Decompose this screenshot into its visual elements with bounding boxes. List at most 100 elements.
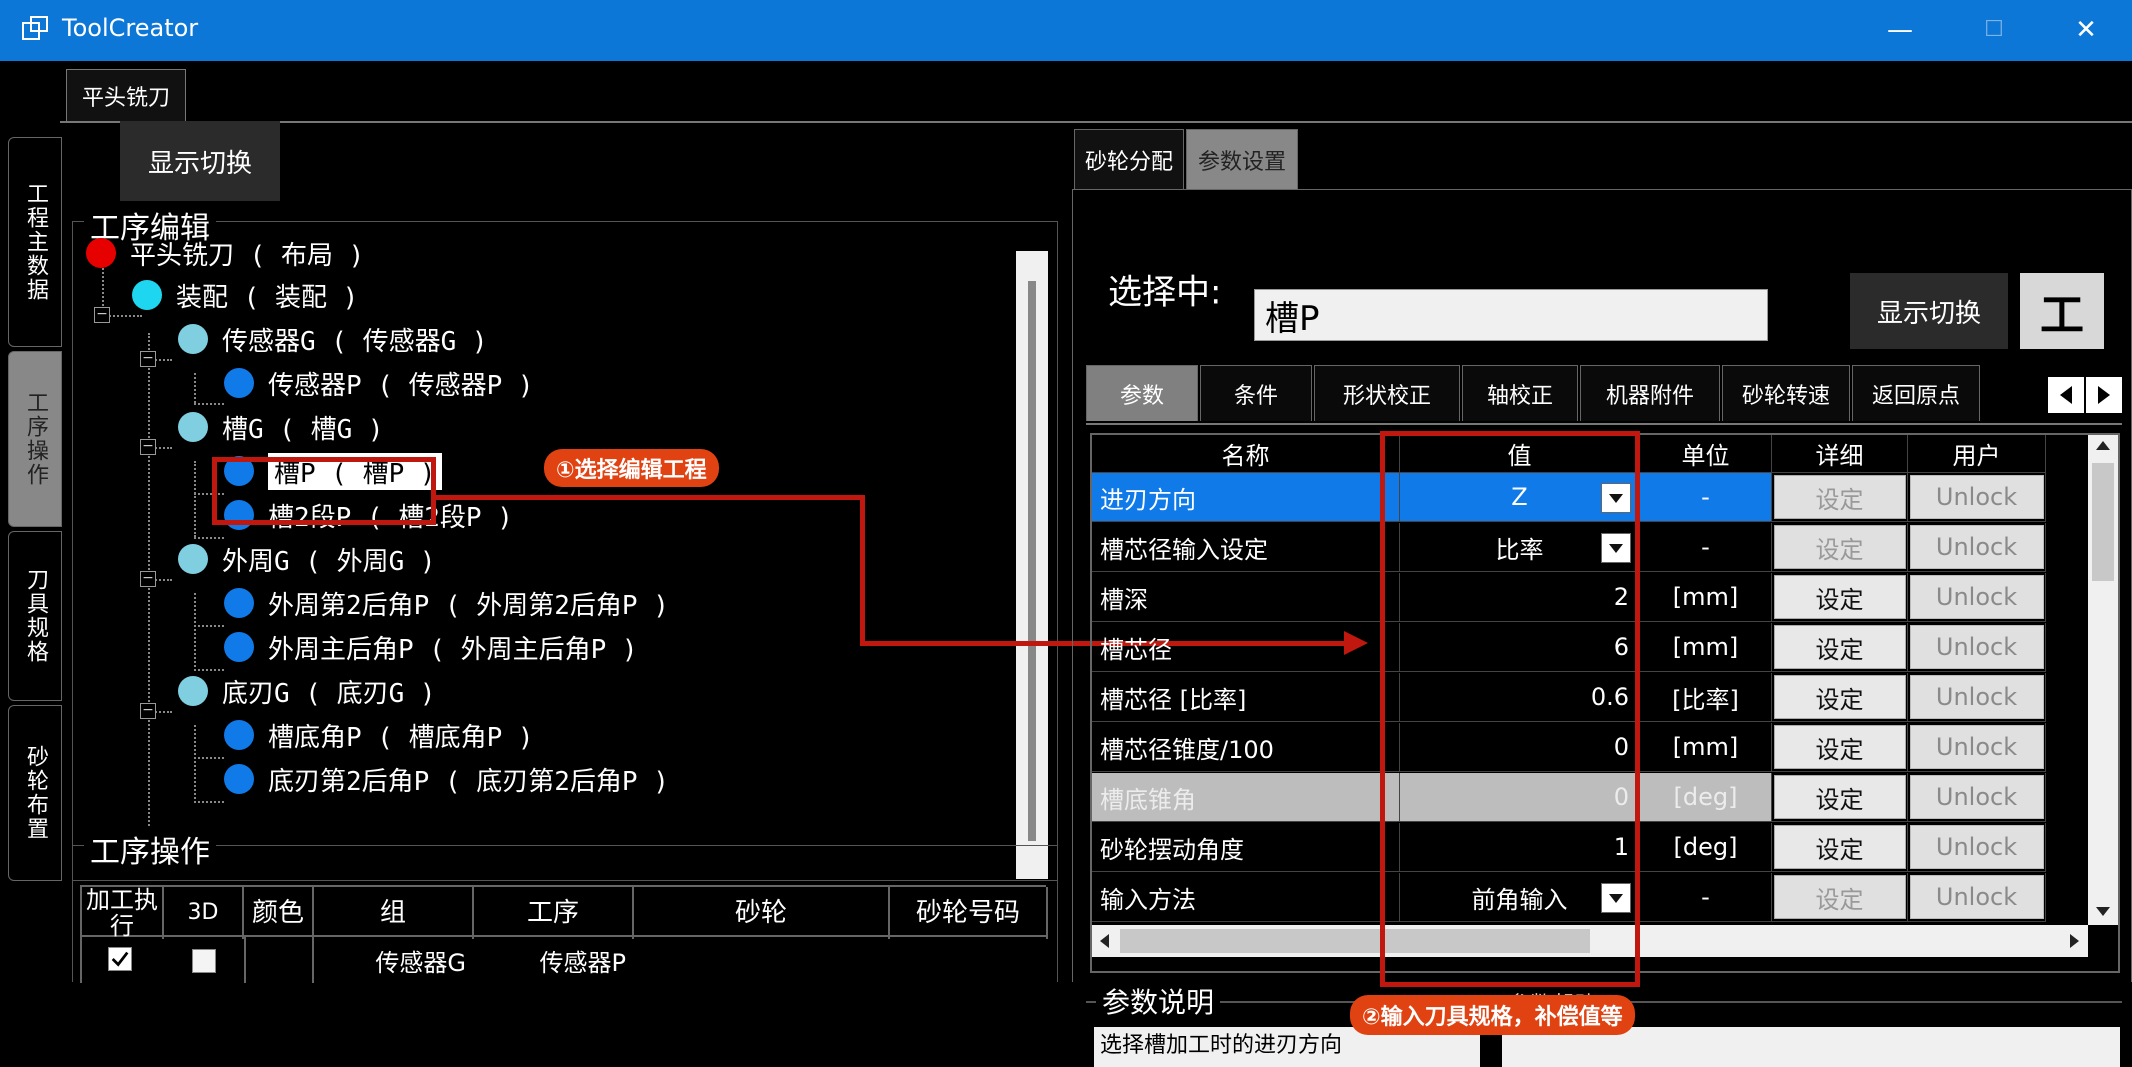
col-wheel[interactable]: 砂轮	[634, 887, 890, 939]
tab-params[interactable]: 参数	[1086, 365, 1198, 421]
tree-node-periphery-g[interactable]: 外周G ( 外周G )	[178, 539, 436, 579]
set-button[interactable]: 设定	[1773, 875, 1906, 919]
node-status-icon	[224, 764, 254, 794]
minimize-button[interactable]: —	[1870, 10, 1930, 50]
annotation-box-value-column	[1380, 431, 1640, 987]
main-area: 平头铣刀 工程主数据 工序操作 刀具规格 砂轮布置 显示切换 工序编辑 − − …	[0, 61, 2132, 1067]
collapse-icon[interactable]: −	[140, 703, 156, 719]
unlock-button[interactable]: Unlock	[1909, 575, 2044, 619]
tab-wheel-assign[interactable]: 砂轮分配	[1074, 129, 1184, 189]
color-swatch[interactable]	[244, 937, 314, 983]
process-op-label: 工序操作	[84, 827, 216, 871]
tree-node-bottom-g[interactable]: 底刃G ( 底刃G )	[178, 671, 436, 711]
tree-node-sensor-p[interactable]: 传感器P ( 传感器P )	[224, 363, 534, 403]
grid-vscrollbar[interactable]	[2088, 435, 2118, 925]
tree-node-layout[interactable]: 平头铣刀 ( 布局 )	[86, 233, 364, 273]
annotation-callout-2: ②输入刀具规格，补偿值等	[1350, 995, 1635, 1035]
col-3d[interactable]: 3D	[164, 887, 244, 939]
exec-checkbox[interactable]	[108, 947, 132, 971]
tree-node-assembly[interactable]: 装配 ( 装配 )	[132, 275, 358, 315]
table-row[interactable]: 传感器G 传感器P	[80, 937, 1046, 983]
set-button[interactable]: 设定	[1773, 475, 1906, 519]
side-tab-wheel-layout[interactable]: 砂轮布置	[8, 705, 62, 881]
col-group[interactable]: 组	[314, 887, 474, 939]
collapse-icon[interactable]: −	[140, 351, 156, 367]
grid-vscroll-thumb[interactable]	[2092, 463, 2114, 581]
tab-machine-accessory[interactable]: 机器附件	[1580, 365, 1720, 421]
node-status-icon	[178, 544, 208, 574]
tab-shape-correction[interactable]: 形状校正	[1314, 365, 1460, 421]
scroll-up-icon[interactable]	[2096, 441, 2110, 450]
unlock-button[interactable]: Unlock	[1909, 675, 2044, 719]
param-desc-label: 参数说明	[1096, 981, 1221, 1021]
side-tab-tool-spec[interactable]: 刀具规格	[8, 531, 62, 701]
tab-param-setting[interactable]: 参数设置	[1186, 129, 1298, 189]
unlock-button[interactable]: Unlock	[1909, 825, 2044, 869]
set-button[interactable]: 设定	[1773, 625, 1906, 669]
tab-scroll-left-icon[interactable]	[2048, 377, 2084, 413]
unlock-button[interactable]: Unlock	[1909, 525, 2044, 569]
tab-return-origin[interactable]: 返回原点	[1852, 365, 1980, 421]
side-tab-process-ops[interactable]: 工序操作	[8, 351, 62, 527]
col-process[interactable]: 工序	[474, 887, 634, 939]
tree-node-bottom-2nd-p[interactable]: 底刃第2后角P ( 底刃第2后角P )	[224, 759, 669, 799]
col-exec[interactable]: 加工执行	[82, 887, 164, 939]
tab-wheel-speed[interactable]: 砂轮转速	[1722, 365, 1850, 421]
col-detail-header[interactable]: 详细	[1772, 435, 1908, 473]
tab-scroll-right-icon[interactable]	[2086, 377, 2122, 413]
annotation-callout-1: ①选择编辑工程	[544, 449, 719, 487]
set-button[interactable]: 设定	[1773, 725, 1906, 769]
side-tab-project-data[interactable]: 工程主数据	[8, 137, 62, 347]
tree-node-groove-bottom-p[interactable]: 槽底角P ( 槽底角P )	[224, 715, 534, 755]
node-status-icon	[86, 238, 116, 268]
tree-scrollbar[interactable]	[1016, 251, 1048, 879]
close-button[interactable]: ✕	[2056, 10, 2116, 50]
collapse-icon[interactable]: −	[140, 571, 156, 587]
collapse-icon[interactable]: −	[94, 307, 110, 323]
selected-value-field[interactable]: 槽P	[1254, 289, 1768, 341]
set-button[interactable]: 设定	[1773, 525, 1906, 569]
set-button[interactable]: 设定	[1773, 775, 1906, 819]
scroll-down-icon[interactable]	[2096, 907, 2110, 916]
tree-node-sensor-g[interactable]: 传感器G ( 传感器G )	[178, 319, 488, 359]
set-button[interactable]: 设定	[1773, 675, 1906, 719]
set-button[interactable]: 设定	[1773, 575, 1906, 619]
col-color[interactable]: 颜色	[244, 887, 314, 939]
collapse-icon[interactable]: −	[140, 439, 156, 455]
col-name-header[interactable]: 名称	[1092, 435, 1400, 473]
unlock-button[interactable]: Unlock	[1909, 775, 2044, 819]
unlock-button[interactable]: Unlock	[1909, 725, 2044, 769]
col-wheel-no[interactable]: 砂轮号码	[890, 887, 1048, 939]
annotation-arrow	[436, 495, 864, 500]
unlock-button[interactable]: Unlock	[1909, 875, 2044, 919]
col-unit-header[interactable]: 单位	[1640, 435, 1772, 473]
title-bar: ToolCreator — ☐ ✕	[0, 0, 2132, 61]
tree-node-periphery-2nd-p[interactable]: 外周第2后角P ( 外周第2后角P )	[224, 583, 669, 623]
tree-node-periphery-main-p[interactable]: 外周主后角P ( 外周主后角P )	[224, 627, 638, 667]
right-display-toggle-button[interactable]: 显示切换	[1850, 273, 2008, 349]
set-button[interactable]: 设定	[1773, 825, 1906, 869]
tree-node-groove-g[interactable]: 槽G ( 槽G )	[178, 407, 384, 447]
tab-flat-end-mill[interactable]: 平头铣刀	[66, 69, 186, 121]
scroll-right-icon[interactable]	[2070, 934, 2079, 948]
op-group-cell: 传感器G	[375, 948, 466, 977]
op-table-header: 加工执行 3D 颜色 组 工序 砂轮 砂轮号码	[80, 885, 1048, 939]
scroll-left-icon[interactable]	[1100, 934, 1109, 948]
maximize-button[interactable]: ☐	[1964, 10, 2024, 50]
app-window-icon	[22, 16, 48, 40]
param-tabs: 参数 条件 形状校正 轴校正 机器附件 砂轮转速 返回原点	[1086, 365, 2122, 423]
left-display-toggle-button[interactable]: 显示切换	[120, 121, 280, 201]
node-status-icon	[178, 324, 208, 354]
unlock-button[interactable]: Unlock	[1909, 625, 2044, 669]
tree-scrollbar-thumb[interactable]	[1028, 281, 1036, 841]
tool-icon-button[interactable]: 工	[2020, 273, 2104, 349]
node-status-icon	[132, 280, 162, 310]
tab-axis-correction[interactable]: 轴校正	[1462, 365, 1578, 421]
selected-label: 选择中:	[1108, 272, 1222, 313]
unlock-button[interactable]: Unlock	[1909, 475, 2044, 519]
window-title: ToolCreator	[62, 14, 199, 42]
tab-conditions[interactable]: 条件	[1200, 365, 1312, 421]
3d-checkbox[interactable]	[192, 949, 216, 973]
col-user-header[interactable]: 用户	[1908, 435, 2046, 473]
tab-divider	[60, 121, 2132, 123]
